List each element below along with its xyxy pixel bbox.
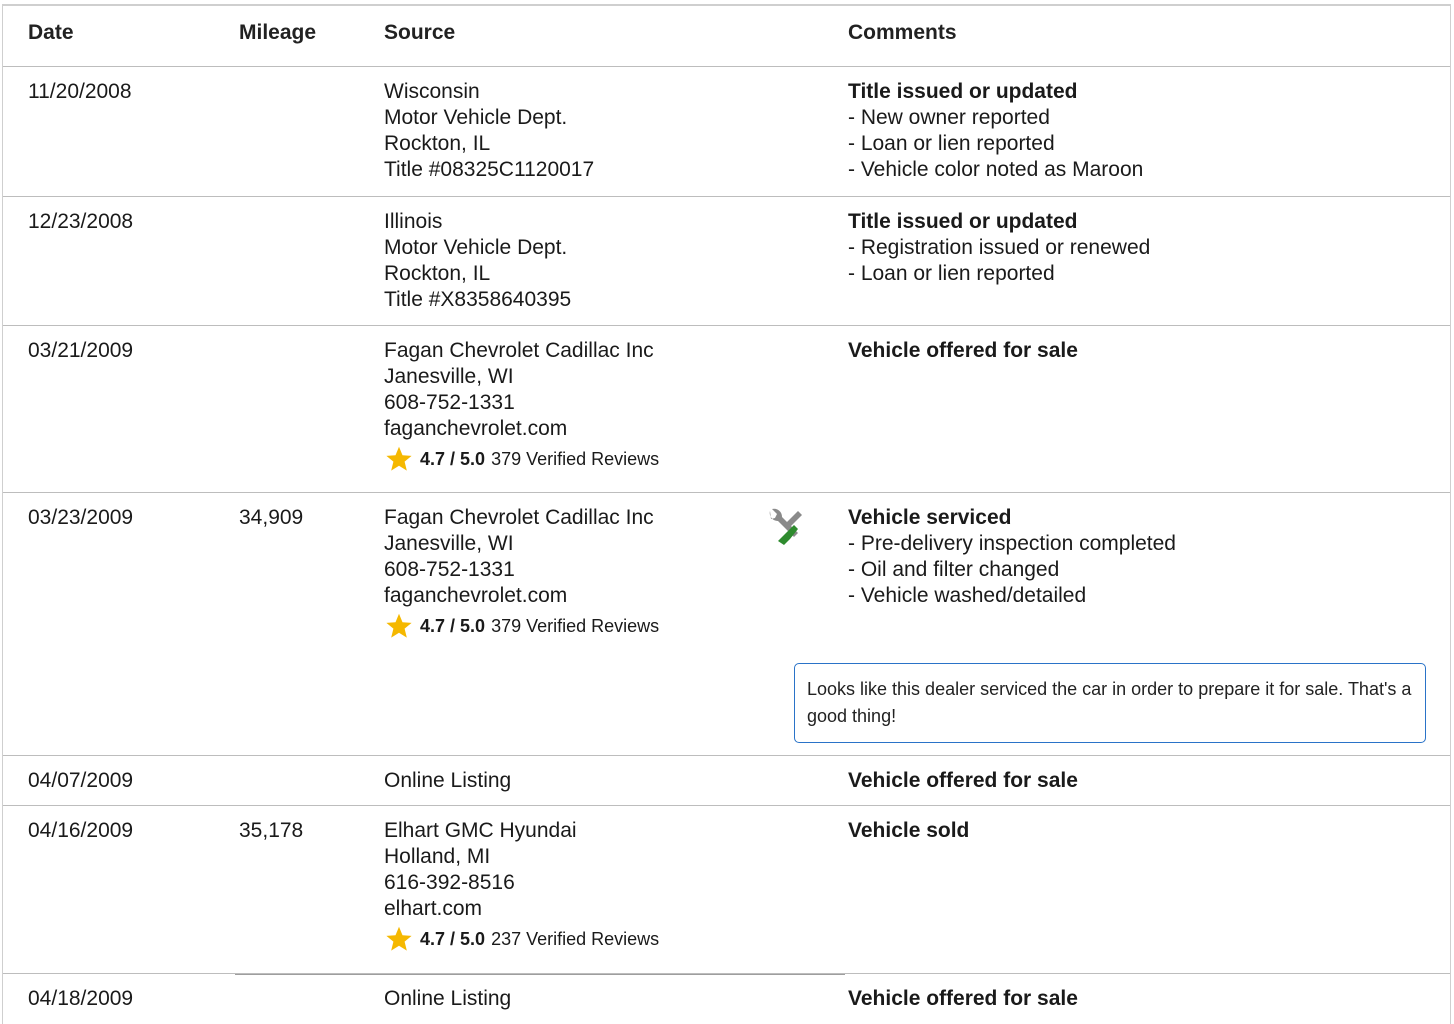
table-row: 03/21/2009 Fagan Chevrolet Cadillac Inc … (3, 326, 1450, 493)
comment-item: - Loan or lien reported (848, 132, 1055, 155)
dealer-service-callout: Looks like this dealer serviced the car … (794, 663, 1426, 743)
row-divider (235, 974, 845, 975)
dealer-phone: 616-392-8516 (384, 871, 515, 894)
dealer-website: faganchevrolet.com (384, 417, 568, 440)
comment-title: Title issued or updated (848, 80, 1078, 103)
rating-reviews: 237 Verified Reviews (491, 929, 660, 949)
comment-item: - Oil and filter changed (848, 558, 1060, 581)
comment-item: - Pre-delivery inspection completed (848, 532, 1176, 555)
rating-score: 4.7 / 5.0 (420, 449, 486, 469)
comment-title: Vehicle offered for sale (848, 987, 1078, 1010)
dealer-website: faganchevrolet.com (384, 584, 568, 607)
table-row: 04/16/2009 35,178 Elhart GMC Hyundai Hol… (3, 806, 1450, 973)
table-row: 04/18/2009 Online Listing Vehicle offere… (3, 973, 1450, 1024)
header-mileage: Mileage (239, 21, 317, 44)
comment-title: Vehicle serviced (848, 506, 1012, 529)
row-comments: Vehicle offered for sale (848, 338, 1078, 364)
dealer-rating[interactable]: 4.7 / 5.0 379 Verified Reviews (384, 612, 659, 640)
rating-reviews: 379 Verified Reviews (491, 449, 660, 469)
comment-title: Vehicle offered for sale (848, 339, 1078, 362)
row-source: Illinois Motor Vehicle Dept. Rockton, IL… (384, 209, 571, 313)
dealer-name: Fagan Chevrolet Cadillac Inc (384, 506, 654, 529)
row-source: Online Listing (384, 768, 511, 794)
rating-score: 4.7 / 5.0 (420, 616, 486, 636)
source-line: Online Listing (384, 769, 512, 792)
dealer-phone: 608-752-1331 (384, 391, 515, 414)
comment-item: - Vehicle washed/detailed (848, 584, 1087, 607)
dealer-location: Holland, MI (384, 845, 491, 868)
service-icon (764, 507, 806, 556)
row-date: 04/16/2009 (28, 819, 134, 842)
row-comments: Title issued or updated - Registration i… (848, 209, 1150, 287)
star-icon (386, 926, 412, 951)
row-mileage: 34,909 (239, 506, 304, 529)
vehicle-history-table: Date Mileage Source Comments 11/20/2008 … (2, 4, 1451, 1024)
comment-title: Vehicle offered for sale (848, 769, 1078, 792)
comment-item: - Loan or lien reported (848, 262, 1055, 285)
dealer-rating[interactable]: 4.7 / 5.0 237 Verified Reviews (384, 925, 659, 953)
comment-item: - Vehicle color noted as Maroon (848, 158, 1144, 181)
dealer-name: Elhart GMC Hyundai (384, 819, 577, 842)
dealer-phone: 608-752-1331 (384, 558, 515, 581)
row-source: Elhart GMC Hyundai Holland, MI 616-392-8… (384, 818, 659, 953)
row-comments: Title issued or updated - New owner repo… (848, 79, 1143, 183)
source-line: Illinois (384, 210, 443, 233)
rating-score: 4.7 / 5.0 (420, 929, 486, 949)
row-source: Fagan Chevrolet Cadillac Inc Janesville,… (384, 505, 659, 640)
row-comments: Vehicle serviced - Pre-delivery inspecti… (848, 505, 1176, 609)
source-line: Title #X8358640395 (384, 288, 572, 311)
star-icon (386, 613, 412, 638)
row-date: 12/23/2008 (28, 210, 134, 233)
row-comments: Vehicle sold (848, 818, 969, 844)
source-line: Wisconsin (384, 80, 480, 103)
row-comments: Vehicle offered for sale (848, 986, 1078, 1012)
dealer-location: Janesville, WI (384, 532, 514, 555)
row-date: 04/07/2009 (28, 769, 134, 792)
row-date: 03/23/2009 (28, 506, 134, 529)
row-date: 11/20/2008 (28, 80, 132, 103)
row-date: 03/21/2009 (28, 339, 134, 362)
row-date: 04/18/2009 (28, 987, 134, 1010)
row-source: Online Listing (384, 986, 511, 1012)
comment-item: - Registration issued or renewed (848, 236, 1151, 259)
comment-title: Vehicle sold (848, 819, 970, 842)
rating-reviews: 379 Verified Reviews (491, 616, 660, 636)
source-line: Title #08325C1120017 (384, 158, 595, 181)
header-source: Source (384, 21, 456, 44)
row-source: Fagan Chevrolet Cadillac Inc Janesville,… (384, 338, 659, 473)
source-line: Motor Vehicle Dept. (384, 236, 568, 259)
source-line: Motor Vehicle Dept. (384, 106, 568, 129)
table-header: Date Mileage Source Comments (3, 6, 1450, 67)
dealer-website: elhart.com (384, 897, 483, 920)
table-row: 11/20/2008 Wisconsin Motor Vehicle Dept.… (3, 67, 1450, 197)
row-mileage: 35,178 (239, 819, 304, 842)
source-line: Rockton, IL (384, 132, 491, 155)
table-row: 03/23/2009 34,909 Fagan Chevrolet Cadill… (3, 493, 1450, 756)
source-line: Online Listing (384, 987, 512, 1010)
dealer-location: Janesville, WI (384, 365, 514, 388)
dealer-rating[interactable]: 4.7 / 5.0 379 Verified Reviews (384, 445, 659, 473)
table-row: 12/23/2008 Illinois Motor Vehicle Dept. … (3, 197, 1450, 326)
wrench-screwdriver-icon (769, 508, 802, 545)
header-date: Date (28, 21, 74, 44)
row-source: Wisconsin Motor Vehicle Dept. Rockton, I… (384, 79, 594, 183)
source-line: Rockton, IL (384, 262, 491, 285)
table-row: 04/07/2009 Online Listing Vehicle offere… (3, 756, 1450, 806)
comment-item: - New owner reported (848, 106, 1050, 129)
dealer-name: Fagan Chevrolet Cadillac Inc (384, 339, 654, 362)
star-icon (386, 446, 412, 471)
header-comments: Comments (848, 21, 957, 44)
row-comments: Vehicle offered for sale (848, 768, 1078, 794)
comment-title: Title issued or updated (848, 210, 1078, 233)
